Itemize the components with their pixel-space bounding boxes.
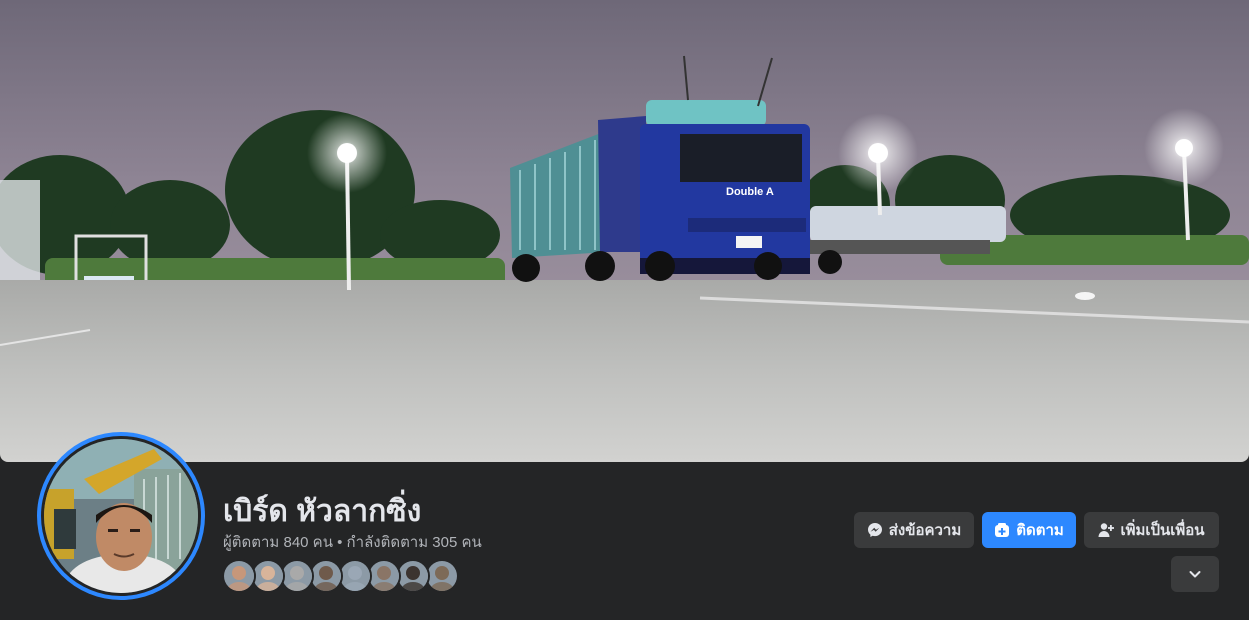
follow-button[interactable]: ติดตาม bbox=[982, 512, 1076, 548]
follow-button-label: ติดตาม bbox=[1016, 522, 1064, 539]
friend-avatar[interactable] bbox=[367, 559, 401, 593]
friend-avatar[interactable] bbox=[338, 559, 372, 593]
message-button[interactable]: ส่งข้อความ bbox=[854, 512, 974, 548]
add-friend-button[interactable]: เพิ่มเป็นเพื่อน bbox=[1084, 512, 1219, 548]
friend-avatar[interactable] bbox=[280, 559, 314, 593]
follow-icon bbox=[995, 523, 1010, 537]
friend-avatars bbox=[222, 559, 459, 593]
add-friend-icon bbox=[1098, 523, 1115, 537]
follower-stats[interactable]: ผู้ติดตาม 840 คน • กำลังติดตาม 305 คน bbox=[223, 530, 482, 554]
add-friend-button-label: เพิ่มเป็นเพื่อน bbox=[1120, 522, 1205, 539]
truck-brand-text: Double A bbox=[726, 186, 774, 198]
friend-avatar[interactable] bbox=[222, 559, 256, 593]
friend-avatar[interactable] bbox=[309, 559, 343, 593]
chevron-down-icon bbox=[1189, 571, 1201, 578]
more-options-button[interactable] bbox=[1171, 556, 1219, 592]
profile-avatar[interactable] bbox=[37, 432, 205, 600]
profile-photo bbox=[44, 439, 198, 593]
profile-name: เบิร์ด หัวลากซิ่ง bbox=[223, 495, 422, 528]
cover-photo[interactable]: Double A bbox=[0, 0, 1249, 462]
friend-avatar[interactable] bbox=[251, 559, 285, 593]
messenger-icon bbox=[867, 523, 882, 537]
friend-avatar[interactable] bbox=[425, 559, 459, 593]
friend-avatar[interactable] bbox=[396, 559, 430, 593]
message-button-label: ส่งข้อความ bbox=[888, 522, 962, 539]
